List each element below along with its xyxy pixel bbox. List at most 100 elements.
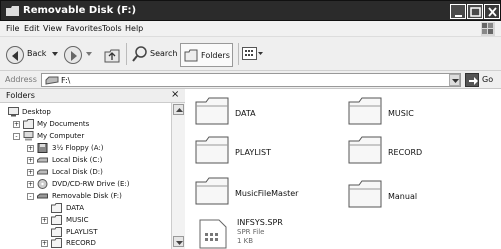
folder-name: MusicFileMaster [235, 189, 299, 198]
menu-tools[interactable]: Tools [102, 24, 122, 33]
drive-icon [37, 157, 48, 163]
tree-item-music[interactable]: + MUSIC [0, 215, 170, 226]
menu-edit[interactable]: Edit [24, 24, 40, 33]
folders-label: Folders [201, 51, 230, 60]
drive-icon [37, 169, 48, 175]
go-label[interactable]: Go [482, 75, 493, 84]
search-label[interactable]: Search [150, 49, 177, 58]
tree-label: Removable Disk (F:) [52, 192, 122, 200]
tree-label: My Computer [37, 132, 85, 140]
folder-icon [195, 177, 229, 205]
tree-item-data[interactable]: DATA [0, 203, 170, 214]
forward-button[interactable] [64, 46, 82, 64]
chevron-up-icon [176, 108, 183, 112]
folder-icon [195, 136, 229, 164]
expand-button[interactable]: + [27, 181, 34, 188]
tree-label: RECORD [66, 239, 96, 247]
toolbar: Back Search Folders [0, 37, 501, 71]
address-dropdown-button[interactable] [449, 74, 460, 86]
arrow-right-icon [71, 51, 77, 61]
menu-view[interactable]: View [43, 24, 62, 33]
folder-item-manual[interactable]: Manual [348, 180, 488, 220]
close-button[interactable] [484, 4, 500, 19]
tree-label: DVD/CD-RW Drive (E:) [52, 180, 130, 188]
tree-item-removable-disk-f[interactable]: - Removable Disk (F:) [0, 191, 170, 202]
close-icon[interactable]: × [171, 89, 179, 100]
expand-button[interactable]: + [27, 169, 34, 176]
tree-item-local-disk-c[interactable]: + Local Disk (C:) [0, 155, 170, 166]
tree-item-my-computer[interactable]: - My Computer [0, 131, 170, 142]
address-input[interactable]: F:\ [41, 73, 461, 87]
maximize-button[interactable] [467, 4, 483, 19]
toolbar-separator [126, 43, 127, 65]
expand-button[interactable]: + [27, 157, 34, 164]
tree-label: Local Disk (C:) [52, 156, 103, 164]
folders-panel-header: Folders × [0, 89, 185, 103]
floppy-icon [37, 143, 48, 153]
minimize-icon [455, 15, 462, 17]
removable-disk-icon [37, 193, 48, 199]
minimize-button[interactable] [450, 4, 466, 19]
scroll-up-button[interactable] [173, 104, 184, 115]
folders-button[interactable]: Folders [180, 43, 233, 67]
address-label: Address [5, 75, 37, 84]
tree-item-my-documents[interactable]: + My Documents [0, 119, 170, 130]
tree-item-local-disk-d[interactable]: + Local Disk (D:) [0, 167, 170, 178]
file-name: INFSYS.SPR [237, 218, 283, 227]
go-button[interactable] [465, 73, 479, 87]
folder-icon [195, 97, 229, 125]
file-size: 1 KB [237, 237, 254, 245]
folder-item-playlist[interactable]: PLAYLIST [195, 136, 335, 176]
search-icon[interactable] [132, 46, 148, 62]
folder-item-music[interactable]: MUSIC [348, 97, 488, 137]
toolbar-separator [238, 43, 239, 65]
folders-panel: Folders × Desktop + My Documents - My Co… [0, 89, 185, 249]
expand-button[interactable]: + [27, 145, 34, 152]
folder-item-record[interactable]: RECORD [348, 136, 488, 176]
folder-name: MUSIC [388, 109, 414, 118]
file-type: SPR File [237, 228, 265, 236]
tree-label: Local Disk (D:) [52, 168, 103, 176]
arrow-right-icon [469, 77, 478, 85]
chevron-down-icon[interactable] [86, 52, 92, 57]
menu-favorites[interactable]: Favorites [66, 24, 102, 33]
tree-item-floppy[interactable]: + 3½ Floppy (A:) [0, 143, 170, 154]
collapse-button[interactable]: - [27, 193, 34, 200]
folder-name: Manual [388, 192, 418, 201]
folders-icon [184, 49, 198, 62]
folder-icon [348, 136, 382, 164]
menu-file[interactable]: File [6, 24, 19, 33]
file-item-infsys[interactable]: INFSYS.SPR SPR File 1 KB [195, 215, 345, 249]
my-computer-icon [23, 131, 34, 141]
folders-panel-title: Folders [6, 91, 35, 100]
expand-button[interactable]: + [13, 121, 20, 128]
tree-item-dvd-drive[interactable]: + DVD/CD-RW Drive (E:) [0, 179, 170, 190]
tree-item-desktop[interactable]: Desktop [0, 107, 170, 118]
vertical-scrollbar[interactable] [171, 103, 185, 249]
scroll-down-button[interactable] [173, 236, 184, 247]
tree-label: Desktop [22, 108, 51, 116]
menu-help[interactable]: Help [125, 24, 143, 33]
folder-item-musicfilemaster[interactable]: MusicFileMaster [195, 177, 345, 217]
folder-name: DATA [235, 109, 256, 118]
expand-button[interactable]: + [41, 217, 48, 224]
window-title: Removable Disk (F:) [23, 5, 137, 16]
back-button[interactable] [6, 46, 24, 64]
folder-icon [51, 227, 62, 237]
folder-item-data[interactable]: DATA [195, 97, 335, 137]
chevron-down-icon[interactable] [52, 52, 58, 57]
expand-button[interactable]: + [41, 240, 48, 247]
chevron-down-icon [176, 241, 183, 245]
views-icon[interactable] [242, 47, 264, 61]
up-folder-icon[interactable] [104, 45, 120, 63]
title-bar: Removable Disk (F:) [0, 0, 501, 21]
folder-icon [348, 97, 382, 125]
tree-item-record[interactable]: + RECORD [0, 238, 170, 249]
collapse-button[interactable]: - [13, 133, 20, 140]
folder-icon [51, 203, 62, 213]
tree-item-playlist[interactable]: PLAYLIST [0, 227, 170, 238]
back-label: Back [27, 49, 47, 58]
file-list-pane: DATA MUSIC PLAYLIST RECORD MusicFileMast… [186, 89, 501, 249]
dvd-drive-icon [37, 179, 48, 189]
windows-logo-icon [481, 22, 495, 36]
